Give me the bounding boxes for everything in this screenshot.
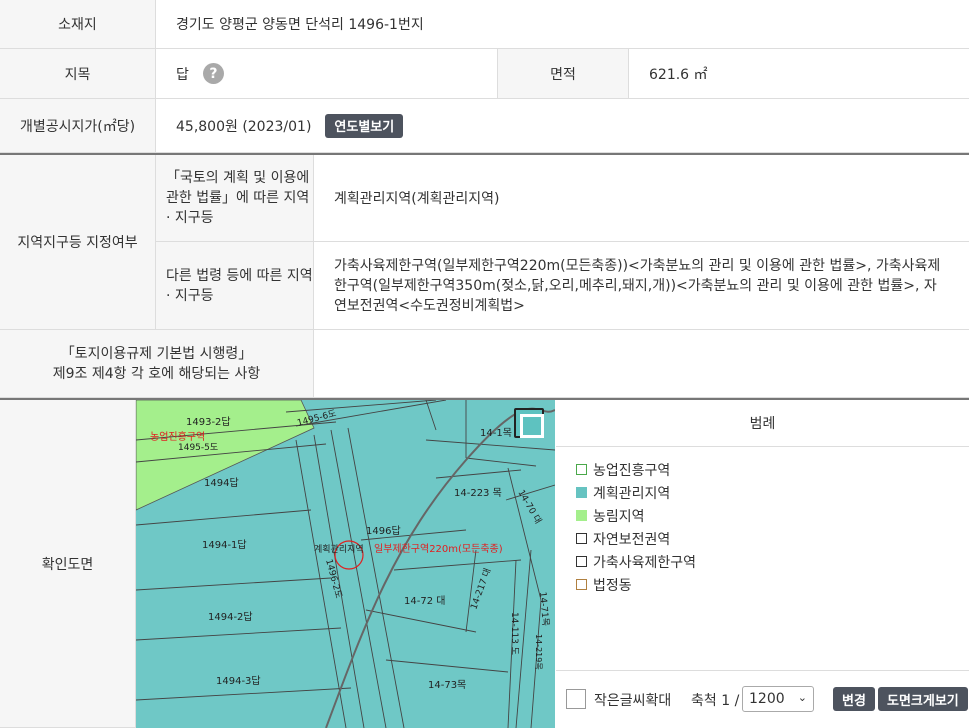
map-label: 1494-3답 [216,675,261,687]
location-label: 소재지 [0,0,156,49]
official-price-cell: 45,800원 (2023/01) 연도별보기 [156,99,969,153]
legend-item: 법정동 [576,573,696,596]
regulation-label-line2: 제9조 제4항 각 호에 해당되는 사항 [52,365,261,382]
map-label: 계획관리지역 [314,543,364,555]
legend-swatch-icon [576,579,587,590]
area-value: 621.6 ㎡ [629,49,969,99]
legend-item: 가축사육제한구역 [576,550,696,573]
fullscreen-icon[interactable] [514,408,544,438]
yearly-view-button[interactable]: 연도별보기 [325,113,404,138]
zoom-map-button[interactable]: 도면크게보기 [878,687,968,711]
location-value: 경기도 양평군 양동면 단석리 1496-1번지 [156,0,969,49]
map-label: 1494-2답 [208,611,253,623]
legend-swatch-icon [576,533,587,544]
zoning-label: 지역지구등 지정여부 [0,155,156,330]
legend-swatch-icon [576,556,587,567]
parcel-map-drawing: 1493-2답 1495-6도 농업진흥구역 1495-5도 14-1목 149… [136,400,555,728]
map-row-label: 확인도면 [0,400,136,728]
legend-item: 자연보전권역 [576,527,696,550]
legend-list: 농업진흥구역 계획관리지역 농림지역 자연보전권역 가축사육제한구역 법정동 [576,458,696,596]
legend-item: 계획관리지역 [576,481,696,504]
map-label: 1495-5도 [178,443,218,453]
land-category-value: 답 [176,66,189,83]
map-label: 1494답 [204,477,239,489]
land-category-cell: 답 ? [156,49,498,99]
large-font-label: 작은글씨확대 [594,693,672,709]
map-label: 14-219목 [534,634,543,670]
official-price-label: 개별공시지가(㎡당) [0,99,156,153]
zoning-sub2-label: 다른 법령 등에 따른 지역 · 지구등 [156,242,314,330]
legend-item: 농업진흥구역 [576,458,696,481]
map-label: 1494-1답 [202,539,247,551]
regulation-label-line1: 「토지이용규제 기본법 시행령」 [60,345,253,362]
map-label: 14-1목 [480,427,512,439]
map-label: 14-113 도 [509,612,519,655]
large-font-checkbox[interactable] [566,689,586,709]
zoning-sub2-value: 가축사육제한구역(일부제한구역220m(모든축종))<가축분뇨의 관리 및 이용… [314,242,969,330]
change-button[interactable]: 변경 [833,687,875,711]
land-category-label: 지목 [0,49,156,99]
map-label: 농업진흥구역 [150,430,205,443]
map-label: 1493-2답 [186,416,231,428]
scale-label: 축척 1 / [691,693,740,709]
help-icon[interactable]: ? [202,63,224,84]
zoning-sub1-value: 계획관리지역(계획관리지역) [314,155,969,242]
parcel-map[interactable]: 1493-2답 1495-6도 농업진흥구역 1495-5도 14-1목 149… [136,400,555,728]
legend-title: 범례 [556,400,969,447]
legend-swatch-icon [576,487,587,498]
zoning-sub1-label: 「국토의 계획 및 이용에 관한 법률」에 따른 지역 · 지구등 [156,155,314,242]
map-label: 일부제한구역220m(모든축종) [374,543,503,555]
area-label: 면적 [498,49,629,99]
scale-select[interactable]: 1200 ⌄ [742,686,814,712]
map-label: 14-223 목 [454,487,502,499]
legend-item: 농림지역 [576,504,696,527]
regulation-label: 「토지이용규제 기본법 시행령」 제9조 제4항 각 호에 해당되는 사항 [0,330,314,398]
map-controls: 작은글씨확대 축척 1 / 1200 ⌄ 변경 도면크게보기 [556,670,969,728]
scale-value: 1200 [749,691,785,707]
regulation-value [314,330,969,398]
map-label: 1496답 [366,525,401,537]
legend-swatch-icon [576,464,587,475]
map-label: 14-73목 [428,679,466,691]
map-label: 14-72 대 [404,595,445,607]
legend-swatch-icon [576,510,587,521]
chevron-down-icon: ⌄ [797,691,807,704]
official-price-value: 45,800원 (2023/01) [176,118,312,135]
